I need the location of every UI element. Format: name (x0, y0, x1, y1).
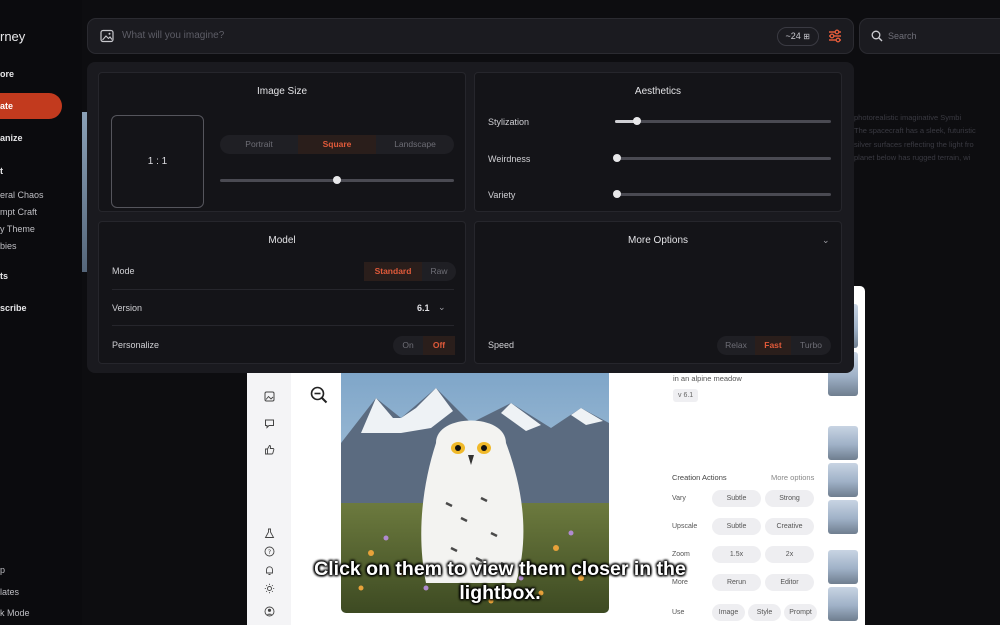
help-icon[interactable]: ? (264, 546, 275, 557)
prompt-input[interactable]: What will you imagine? (122, 30, 224, 41)
sidebar-room-daily-theme[interactable]: y Theme (0, 224, 35, 234)
square-option[interactable]: Square (298, 135, 376, 154)
use-label: Use (672, 609, 685, 616)
mode-label: Mode (112, 266, 135, 276)
upscale-label: Upscale (672, 523, 698, 530)
vary-subtle-button[interactable]: Subtle (712, 490, 761, 507)
image-icon[interactable] (100, 29, 114, 43)
personalize-label: Personalize (112, 340, 160, 350)
profile-icon[interactable] (264, 606, 275, 617)
zoom-out-icon[interactable] (310, 386, 328, 404)
search-input[interactable]: Search (888, 31, 917, 41)
sidebar-item-tasks[interactable]: ts (0, 271, 8, 281)
flask-icon[interactable] (264, 528, 275, 539)
sidebar-item-subscribe[interactable]: scribe (0, 303, 27, 313)
more-options-title[interactable]: More Options (475, 235, 841, 246)
settings-panel: Image Size 1 : 1 Portrait Square Landsca… (87, 62, 854, 373)
portrait-option[interactable]: Portrait (220, 135, 298, 154)
personalize-toggle: On Off (393, 336, 455, 355)
model-card: Model Mode Standard Raw Version 6.1 ⌄ Pe… (98, 221, 466, 364)
mode-standard-option[interactable]: Standard (364, 262, 422, 281)
version-select[interactable]: 6.1 (417, 303, 430, 313)
thumbnail[interactable] (828, 426, 858, 460)
prompt-bar[interactable]: What will you imagine? ~24 ⊞ (87, 18, 854, 54)
search-icon (871, 30, 883, 42)
upscale-creative-button[interactable]: Creative (765, 518, 814, 535)
sidebar-room-prompt-craft[interactable]: mpt Craft (0, 207, 37, 217)
stylization-slider-handle[interactable] (633, 117, 641, 125)
stylization-slider[interactable] (615, 120, 831, 123)
faded-description-line: silver surfaces reflecting the light fro (854, 140, 974, 149)
weirdness-slider[interactable] (615, 157, 831, 160)
stylization-label: Stylization (488, 117, 530, 127)
comment-icon[interactable] (264, 418, 275, 429)
sidebar-room-newbies[interactable]: bies (0, 241, 17, 251)
image-icon[interactable] (264, 391, 275, 402)
more-options-link[interactable]: More options (771, 473, 814, 482)
landscape-option[interactable]: Landscape (376, 135, 454, 154)
version-label: Version (112, 303, 143, 313)
use-style-button[interactable]: Style (748, 604, 781, 621)
speed-fast-option[interactable]: Fast (755, 336, 791, 355)
thumbnail[interactable] (828, 463, 858, 497)
thumbnail[interactable] (828, 500, 858, 534)
sidebar-item-chat[interactable]: t (0, 166, 3, 176)
faded-description-line: photorealistic imaginative Symbi (854, 113, 962, 122)
settings-sliders-icon[interactable] (827, 28, 843, 44)
thumbs-up-icon[interactable] (264, 444, 275, 455)
speed-turbo-option[interactable]: Turbo (791, 336, 831, 355)
speed-label: Speed (488, 340, 515, 350)
aspect-ratio-value: 1 : 1 (147, 156, 168, 167)
sidebar-room-general-chaos[interactable]: eral Chaos (0, 190, 44, 200)
image-size-slider-handle[interactable] (333, 176, 341, 184)
svg-text:?: ? (268, 548, 271, 556)
vary-label: Vary (672, 495, 686, 502)
weirdness-label: Weirdness (488, 154, 531, 164)
orientation-toggle: Portrait Square Landscape (220, 135, 454, 154)
image-size-card: Image Size 1 : 1 Portrait Square Landsca… (98, 72, 466, 212)
chevron-down-icon[interactable]: ⌄ (822, 235, 830, 246)
chevron-down-icon[interactable]: ⌄ (438, 302, 446, 313)
divider (112, 289, 454, 290)
video-caption-line-2: lightbox. (459, 582, 541, 604)
prompt-text: in an alpine meadow (673, 374, 742, 383)
weirdness-slider-handle[interactable] (613, 154, 621, 162)
more-options-card: More Options ⌄ Speed Relax Fast Turbo (474, 221, 842, 364)
use-prompt-button[interactable]: Prompt (784, 604, 817, 621)
version-tag: v 6.1 (673, 389, 699, 402)
faded-description-line: planet below has rugged terrain, wi (854, 153, 971, 162)
faded-description-line: The spacecraft has a sleek, futuristic (854, 126, 976, 135)
search-bar[interactable]: Search (859, 18, 1000, 54)
image-count-badge[interactable]: ~24 ⊞ (776, 27, 819, 46)
sidebar-item-explore[interactable]: ore (0, 69, 14, 79)
personalize-on-option[interactable]: On (393, 336, 423, 355)
variety-slider[interactable] (615, 193, 831, 196)
divider (112, 325, 454, 326)
mode-raw-option[interactable]: Raw (422, 262, 456, 281)
upscale-subtle-button[interactable]: Subtle (712, 518, 761, 535)
sidebar-item-dark-mode[interactable]: k Mode (0, 608, 30, 618)
video-caption-line-1: Click on them to view them closer in the (314, 558, 686, 580)
speed-toggle: Relax Fast Turbo (717, 336, 831, 355)
variety-label: Variety (488, 190, 516, 200)
image-count-value: ~24 (785, 31, 801, 41)
aesthetics-title: Aesthetics (634, 86, 682, 97)
personalize-off-option[interactable]: Off (423, 336, 455, 355)
sidebar-item-organize[interactable]: anize (0, 133, 23, 143)
sidebar-item-create[interactable]: ate (0, 93, 62, 119)
aspect-ratio-preview: 1 : 1 (111, 115, 204, 208)
sidebar: rney ore ate anize t eral Chaos mpt Craf… (0, 0, 82, 625)
use-image-button[interactable]: Image (712, 604, 745, 621)
brand-logo-text[interactable]: rney (0, 29, 25, 44)
aesthetics-card: Aesthetics Stylization Weirdness Variety (474, 72, 842, 212)
mode-toggle: Standard Raw (364, 262, 456, 281)
model-title: Model (268, 235, 296, 246)
variety-slider-handle[interactable] (613, 190, 621, 198)
vary-strong-button[interactable]: Strong (765, 490, 814, 507)
creation-actions-heading: Creation Actions (672, 473, 727, 482)
grid-icon: ⊞ (803, 32, 810, 41)
speed-relax-option[interactable]: Relax (717, 336, 755, 355)
image-size-title: Image Size (256, 86, 308, 97)
